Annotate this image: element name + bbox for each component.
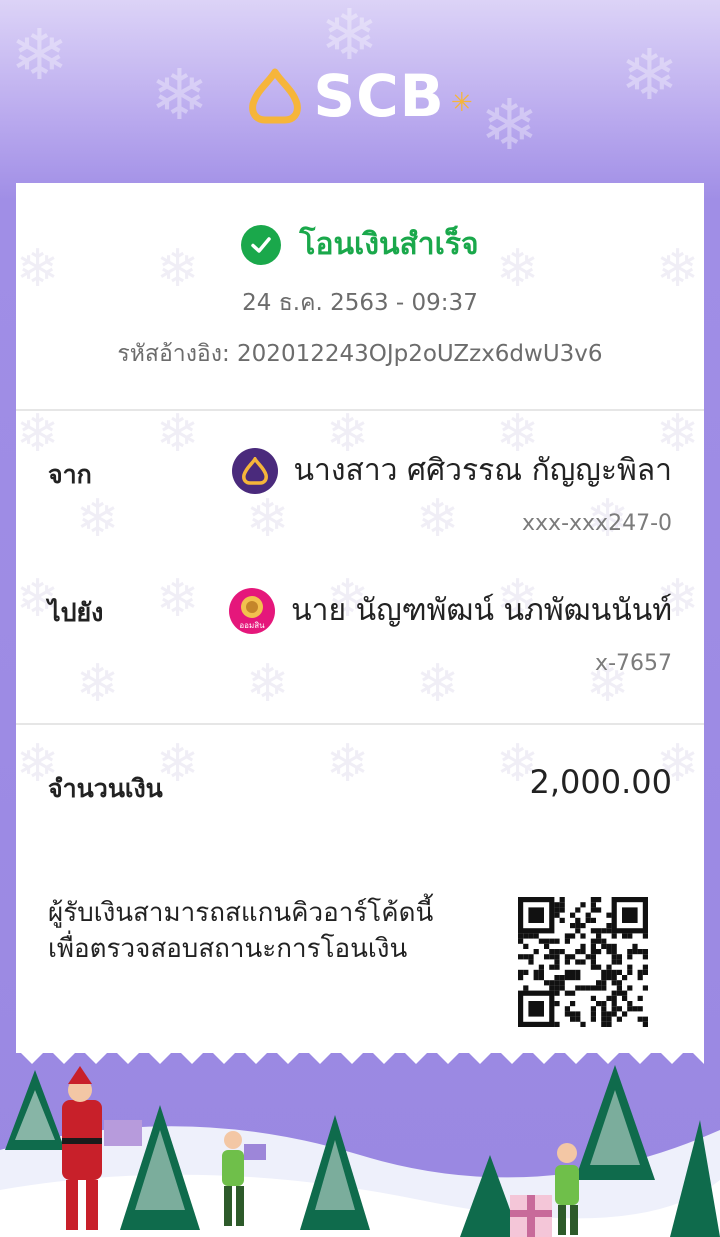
transfer-status: โอนเงินสำเร็จ [16,221,704,268]
transfer-slip: ❄ ❄ ❄ ❄ ❄ ❄ ❄ ❄ ❄ ❄ ❄ ❄ ❄ ❄ ❄ ❄ ❄ ❄ ❄ ❄ ❄ ❄ ❄ ❄ ❄ ❄ ❄ โอนเงิน… [16,183,704,1053]
status-text: โอนเงินสำเร็จ [299,227,479,262]
scb-lotus-icon [249,68,302,124]
gift-icon [510,1195,552,1237]
qr-instruction-line2: เพื่อตรวจสอบสถานะการโอนเงิน [48,934,408,964]
amount-value: 2,000.00 [529,763,673,801]
sender-name: นางสาว ศศิวรรณ กัญญะพิลา [293,453,672,488]
qr-code[interactable] [518,897,648,1027]
check-circle-icon [241,224,282,265]
svg-text:ออมสิน: ออมสิน [240,621,266,630]
divider [16,409,704,411]
scb-logo: SCB ✳ [0,62,720,130]
snowflake-icon: ❄ [320,0,379,76]
tree-icon [575,1065,655,1180]
recipient: ออมสิน นาย นัญฑพัฒน์ นภพัฒนนันท์ [229,587,672,634]
recipient-name: นาย นัญฑพัฒน์ นภพัฒนนันท์ [291,593,672,628]
amount-label: จำนวนเงิน [48,774,163,803]
scb-bank-icon [231,447,278,494]
from-label: จาก [48,460,92,489]
to-label: ไปยัง [48,598,104,627]
christmas-scene [0,1065,720,1237]
qr-instruction: ผู้รับเงินสามารถสแกนคิวอาร์โค้ดนี้ เพื่อ… [48,895,433,967]
reference-number: รหัสอ้างอิง: 202012243OJp2oUZzx6dwU3v6 [117,341,603,367]
gsb-bank-icon: ออมสิน [229,587,276,634]
divider [16,723,704,725]
transaction-datetime: 24 ธ.ค. 2563 - 09:37 [242,290,478,316]
sender: นางสาว ศศิวรรณ กัญญะพิลา [231,447,672,494]
qr-instruction-line1: ผู้รับเงินสามารถสแกนคิวอาร์โค้ดนี้ [48,898,434,928]
tree-icon [5,1070,65,1150]
sender-account: xxx-xxx247-0 [522,511,672,536]
sparkle-icon: ✳ [450,88,473,118]
logo-text: SCB [313,62,445,130]
recipient-account: x-7657 [595,651,672,676]
